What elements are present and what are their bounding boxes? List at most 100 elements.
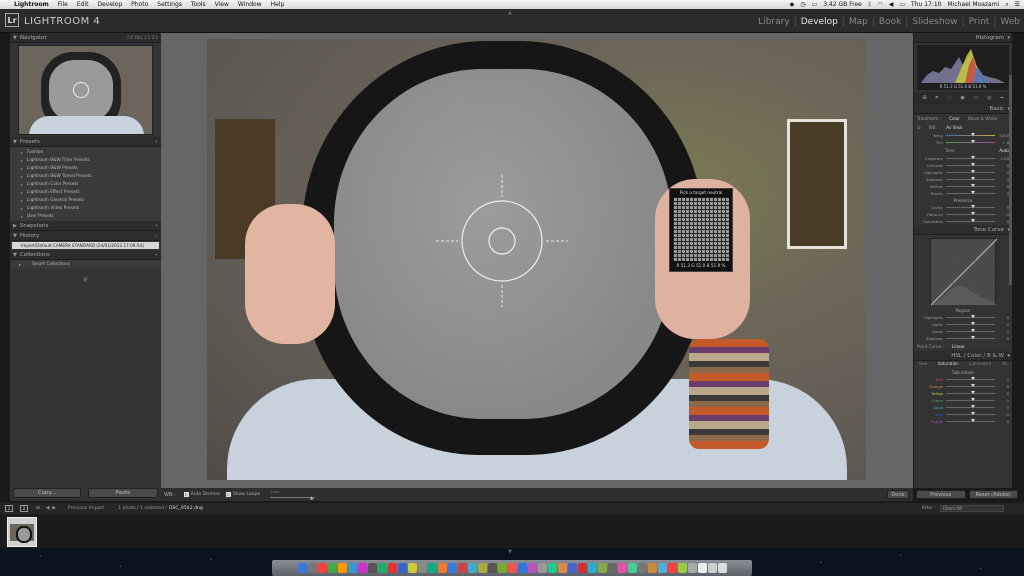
graduated-filter-icon[interactable]: ▭ [974,95,979,101]
module-print[interactable]: Print [969,17,990,27]
slider-knob-icon[interactable] [970,163,975,166]
region-shadows-slider[interactable]: Shadows 0 [914,335,1012,342]
add-snapshot-icon[interactable]: + [155,223,158,228]
preset-folder[interactable]: Lightroom Video Presets [10,204,161,212]
filter-dropdown[interactable]: Filters Off [940,505,1004,512]
menu-settings[interactable]: Settings [157,1,182,8]
clear-history-icon[interactable]: × [155,233,158,238]
treatment-color[interactable]: Color [949,116,960,121]
time-machine-icon[interactable]: ◷ [800,1,805,8]
dock-app-icon[interactable] [697,563,707,573]
region-darks-slider[interactable]: Darks 0 [914,328,1012,335]
paste-button[interactable]: Paste [88,488,158,498]
dock-app-icon[interactable] [407,563,417,573]
dock-app-icon[interactable] [337,563,347,573]
hsl-blue-value[interactable]: 0 [997,412,1009,417]
treatment-bw[interactable]: Black & White [968,116,997,121]
zoom-1-1[interactable]: 1:1 [144,35,150,40]
adjustment-brush-icon[interactable]: ━ [1000,95,1003,101]
preset-folder[interactable]: User Presets [10,212,161,220]
menu-window[interactable]: Window [238,1,262,8]
preset-folder[interactable]: Lightroom B&W Presets [10,164,161,172]
add-preset-icon[interactable]: + [155,139,158,144]
presets-header[interactable]: ▼ Presets + [10,137,161,147]
wb-selector-icon[interactable]: WB : [164,492,176,498]
grid-overlay-icon[interactable]: ⊞ [922,95,926,101]
hsl-green-value[interactable]: 0 [997,398,1009,403]
dock-app-icon[interactable] [717,563,727,573]
dock-app-icon[interactable] [647,563,657,573]
tint-value[interactable]: + 6 [997,140,1009,145]
wb-dropdown[interactable]: As Shot [946,125,962,130]
tab-luminance[interactable]: Luminance [969,361,991,369]
dock-app-icon[interactable] [657,563,667,573]
history-step[interactable]: Import/Default CAMERA STANDARD (24/01/20… [12,242,159,249]
module-library[interactable]: Library [758,17,789,27]
menu-tools[interactable]: Tools [191,1,206,8]
slider-knob-icon[interactable] [970,384,975,387]
slider-knob-icon[interactable] [970,405,975,408]
blacks-value[interactable]: 0 [997,191,1009,196]
zoom-fit[interactable]: FIT [127,35,133,40]
slider-knob-icon[interactable] [970,398,975,401]
whites-slider[interactable]: Whites 0 [914,183,1012,190]
hsl-green-slider[interactable]: Green 0 [914,397,1012,404]
page-2-button[interactable]: 2 [20,505,28,512]
hsl-orange-slider[interactable]: Orange 0 [914,383,1012,390]
dock-app-icon[interactable] [667,563,677,573]
dropbox-icon[interactable]: ◆ [790,1,795,8]
hsl-aqua-value[interactable]: 0 [997,405,1009,410]
region-shadows-value[interactable]: 0 [997,336,1009,341]
notifications-icon[interactable]: ☰ [1015,1,1020,8]
tab-hue[interactable]: Hue [919,361,927,369]
photo[interactable]: Pick a target neutral R 51.3 G 51.0 B 51… [207,39,866,480]
navigator-header[interactable]: ▼ Navigator FIT FILL 1:1 2:1 [10,33,161,43]
right-panel-scrollbar[interactable] [1009,75,1012,285]
dock-app-icon[interactable] [347,563,357,573]
preset-folder[interactable]: Lightroom Effect Presets [10,188,161,196]
region-darks-value[interactable]: 0 [997,329,1009,334]
menu-develop[interactable]: Develop [97,1,122,8]
copy-button[interactable]: Copy... [13,488,81,498]
temp-slider[interactable]: Temp 5200 [914,132,1012,139]
menu-edit[interactable]: Edit [77,1,89,8]
basic-header[interactable]: Basic [914,104,1012,114]
dock-app-icon[interactable] [517,563,527,573]
bottom-panel-toggle-icon[interactable]: ▼ [508,549,512,555]
filmstrip-source[interactable]: Previous Import [68,506,104,511]
menu-help[interactable]: Help [271,1,285,8]
region-highlights-slider[interactable]: Highlights 0 [914,314,1012,321]
preset-folder[interactable]: Lightroom Color Presets [10,180,161,188]
point-curve-dropdown[interactable]: Linear [952,344,965,349]
dock-app-icon[interactable] [487,563,497,573]
dock-app-icon[interactable] [447,563,457,573]
dock-app-icon[interactable] [437,563,447,573]
contrast-slider[interactable]: Contrast 0 [914,162,1012,169]
preset-folder[interactable]: Lightroom B&W Filter Presets [10,156,161,164]
dock-app-icon[interactable] [547,563,557,573]
region-lights-value[interactable]: 0 [997,322,1009,327]
file-name[interactable]: DSC_0542.dng [169,506,203,511]
menu-file[interactable]: File [58,1,68,8]
slider-knob-icon[interactable] [970,184,975,187]
filmstrip-thumbnail[interactable] [7,517,37,547]
dock-app-icon[interactable] [507,563,517,573]
exposure-value[interactable]: 0.00 [997,156,1009,161]
saturation-value[interactable]: 0 [997,219,1009,224]
slider-knob-icon[interactable] [970,322,975,325]
dock-app-icon[interactable] [497,563,507,573]
dock-app-icon[interactable] [297,563,307,573]
vibrance-slider[interactable]: Vibrance 0 [914,211,1012,218]
dock-app-icon[interactable] [327,563,337,573]
collections-header[interactable]: ▼ Collections + [10,250,161,260]
navigator-preview[interactable] [18,45,153,135]
blacks-slider[interactable]: Blacks 0 [914,190,1012,197]
dock-app-icon[interactable] [527,563,537,573]
dock-app-icon[interactable] [627,563,637,573]
wb-selector-crosshair-icon[interactable] [436,175,568,307]
disk-icon[interactable]: ▭ [812,1,818,8]
slider-knob-icon[interactable] [970,177,975,180]
page-1-button[interactable]: 1 [5,505,13,512]
dock-app-icon[interactable] [367,563,377,573]
red-eye-icon[interactable]: ◉ [960,95,964,101]
